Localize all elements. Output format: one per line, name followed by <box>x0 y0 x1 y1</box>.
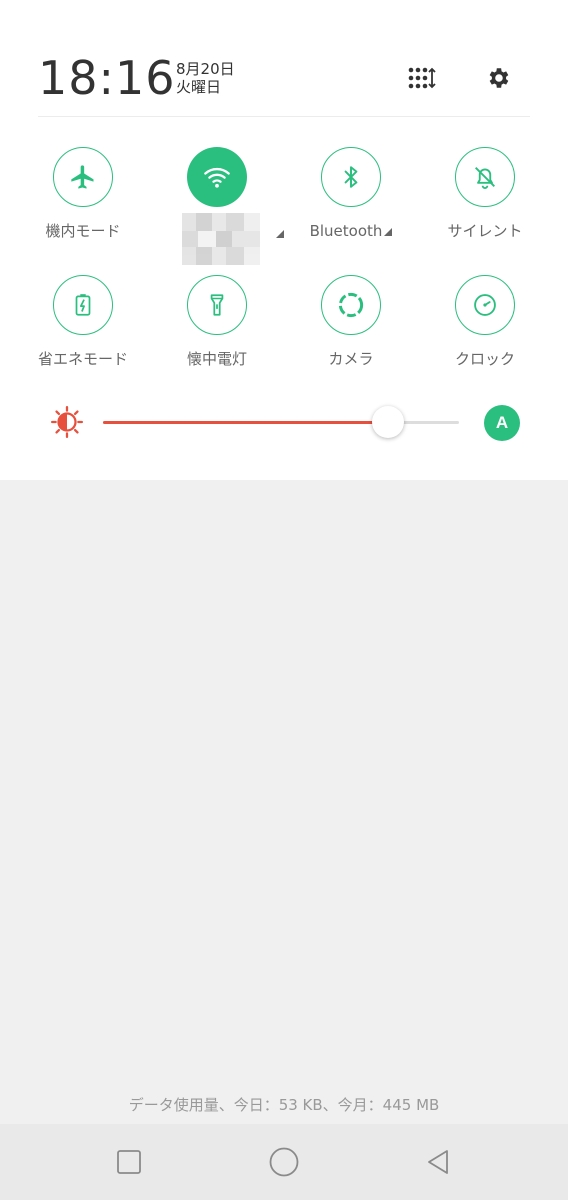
tile-airplane-mode[interactable]: 機内モード <box>23 147 143 241</box>
brightness-slider[interactable] <box>103 406 459 438</box>
tile-label-airplane: 機内モード <box>45 222 121 240</box>
home-button[interactable] <box>264 1142 304 1182</box>
tile-label-battery-saver: 省エネモード <box>37 350 128 368</box>
auto-brightness-button[interactable]: A <box>484 405 520 441</box>
bluetooth-toggle[interactable] <box>321 147 381 207</box>
recent-apps-button[interactable] <box>109 1142 149 1182</box>
settings-button[interactable] <box>480 60 516 96</box>
tile-camera[interactable]: カメラ <box>291 275 411 369</box>
clock-button[interactable] <box>455 275 515 335</box>
tile-label-flashlight: 懐中電灯 <box>186 350 247 368</box>
brightness-icon-wrap <box>50 405 84 439</box>
circle-icon <box>269 1147 299 1177</box>
wifi-toggle[interactable] <box>187 147 247 207</box>
data-usage-text: データ使用量、今日：53 KB、今月：445 MB <box>128 1096 440 1114</box>
silent-bell-icon <box>475 167 495 189</box>
grid-edit-icon <box>408 67 436 89</box>
back-button[interactable] <box>418 1142 458 1182</box>
tile-battery-saver[interactable]: 省エネモード <box>23 275 143 369</box>
silent-toggle[interactable] <box>455 147 515 207</box>
camera-icon <box>338 292 364 318</box>
gear-icon <box>489 68 509 88</box>
tile-bluetooth[interactable]: Bluetooth <box>291 147 411 241</box>
brightness-slider-thumb[interactable] <box>372 406 404 438</box>
flashlight-toggle[interactable] <box>187 275 247 335</box>
edit-tiles-button[interactable] <box>404 60 440 96</box>
battery-saver-icon <box>75 294 91 316</box>
navigation-bar <box>0 1124 568 1200</box>
tile-label-camera: カメラ <box>328 350 374 368</box>
wifi-expand-caret[interactable] <box>276 230 284 238</box>
back-triangle-icon <box>428 1150 448 1174</box>
tile-silent[interactable]: サイレント <box>425 147 545 241</box>
date-label: 8月20日 <box>176 60 235 78</box>
tile-label-bluetooth: Bluetooth <box>291 221 411 241</box>
tile-label-clock: クロック <box>454 350 515 368</box>
tile-flashlight[interactable]: 懐中電灯 <box>157 275 277 369</box>
battery-saver-toggle[interactable] <box>53 275 113 335</box>
tile-wifi[interactable] <box>157 147 277 207</box>
bluetooth-label-text: Bluetooth <box>309 222 383 240</box>
clock-time: 18:16 <box>38 51 176 105</box>
wifi-icon <box>204 167 230 188</box>
wifi-network-name-redacted <box>182 213 260 265</box>
camera-button[interactable] <box>321 275 381 335</box>
airplane-toggle[interactable] <box>53 147 113 207</box>
tile-label-silent: サイレント <box>447 222 523 240</box>
airplane-icon <box>71 165 94 189</box>
bluetooth-expand-caret[interactable] <box>384 228 393 236</box>
flashlight-icon <box>210 294 224 316</box>
square-icon <box>117 1150 141 1174</box>
clock-icon <box>474 294 496 316</box>
weekday-label: 火曜日 <box>176 78 222 96</box>
brightness-slider-fill <box>103 421 388 424</box>
brightness-sun-icon <box>50 405 84 439</box>
header-divider <box>38 116 530 117</box>
quick-settings-panel: 18:16 8月20日 火曜日 機内モード Bluetooth サイレント 省エ… <box>0 0 568 480</box>
bluetooth-icon <box>344 166 358 188</box>
tile-clock[interactable]: クロック <box>425 275 545 369</box>
date-block: 8月20日 火曜日 <box>176 60 235 96</box>
